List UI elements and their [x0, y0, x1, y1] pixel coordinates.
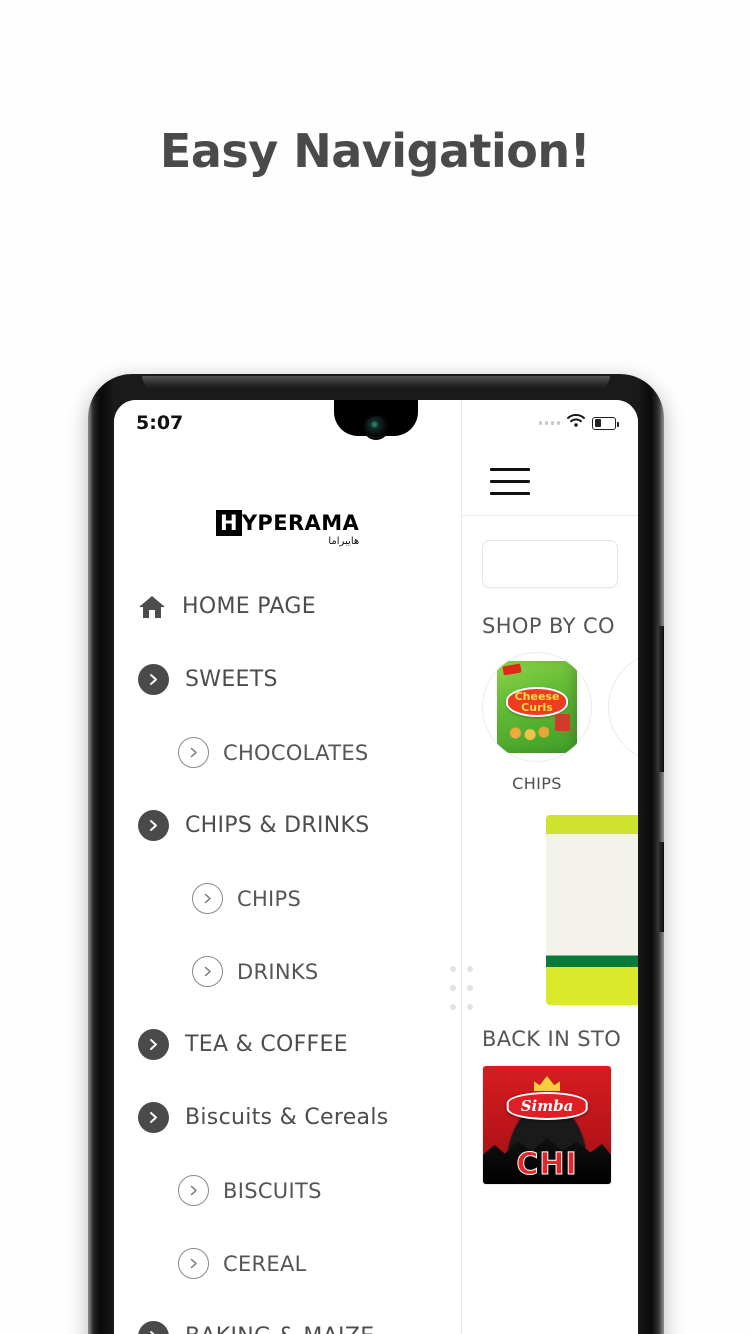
- banner-image: [546, 815, 638, 1005]
- handle-dot: [449, 965, 456, 972]
- drawer-item-biscuits[interactable]: BISCUITS: [114, 1154, 461, 1227]
- category-item-chips[interactable]: Cheese Curls CHIPS: [482, 652, 592, 793]
- simba-chips-bag-image: Simba CHI: [483, 1066, 611, 1184]
- power-button[interactable]: [657, 842, 664, 932]
- phone-screen: H YPERAMA هايبراما HOME PAGE SWEETS CHOC…: [114, 400, 638, 1334]
- chevron-right-icon: [138, 1029, 169, 1060]
- category-item-next[interactable]: [608, 652, 638, 793]
- status-bar-indicators: [538, 414, 619, 432]
- category-label: CHIPS: [512, 774, 562, 793]
- app-logo: H YPERAMA هايبراما: [114, 496, 461, 547]
- page-title: Easy Navigation!: [159, 124, 591, 178]
- chevron-right-icon: [138, 664, 169, 695]
- drawer-item-label: HOME PAGE: [182, 594, 316, 619]
- drawer-item-label: BISCUITS: [223, 1178, 322, 1203]
- main-content: SHOP BY CO Cheese Curls CHIPS BACK IN ST…: [462, 400, 638, 1334]
- product-card-simba[interactable]: Simba CHI: [482, 1065, 612, 1185]
- crown-icon: [534, 1076, 560, 1091]
- cheese-curls-bag-icon: Cheese Curls: [497, 661, 577, 753]
- handle-dot: [449, 984, 456, 991]
- drawer-item-label: BAKING & MAIZE: [185, 1324, 374, 1334]
- logo-wordmark: YPERAMA: [241, 511, 360, 535]
- logo-mark: H: [215, 510, 242, 536]
- drawer-item-label: CEREAL: [223, 1251, 307, 1276]
- handle-dot: [466, 965, 473, 972]
- chevron-right-icon: [178, 1248, 209, 1279]
- drawer-drag-handle[interactable]: [447, 962, 475, 1014]
- drawer-item-label: CHOCOLATES: [223, 740, 369, 765]
- drawer-item-label: CHIPS: [237, 886, 302, 911]
- hamburger-menu-icon[interactable]: [462, 446, 638, 495]
- back-in-stock-title: BACK IN STO: [482, 1027, 622, 1051]
- chevron-right-icon: [138, 1321, 169, 1334]
- phone-mockup: H YPERAMA هايبراما HOME PAGE SWEETS CHOC…: [88, 374, 664, 1334]
- category-image: [608, 652, 638, 762]
- drawer-item-chips-and-drinks[interactable]: CHIPS & DRINKS: [114, 789, 461, 862]
- search-input[interactable]: [482, 540, 618, 588]
- shop-by-category-title: SHOP BY CO: [482, 614, 615, 638]
- chevron-right-icon: [178, 737, 209, 768]
- chevron-right-icon: [192, 956, 223, 987]
- page-root: Easy Navigation! H YPERAMA هايبراما HOME…: [0, 0, 750, 1334]
- drawer-item-home-page[interactable]: HOME PAGE: [114, 570, 461, 643]
- handle-dot: [449, 1004, 456, 1011]
- drawer-item-label: CHIPS & DRINKS: [185, 813, 370, 838]
- chevron-right-icon: [192, 883, 223, 914]
- promo-banner[interactable]: [482, 815, 638, 1005]
- drawer-item-label: Biscuits & Cereals: [185, 1105, 389, 1130]
- hamburger-bar: [490, 468, 530, 471]
- bag-curls-graphic: [507, 725, 549, 741]
- drawer-item-sweets[interactable]: SWEETS: [114, 643, 461, 716]
- drawer-item-baking-and-maize[interactable]: BAKING & MAIZE: [114, 1300, 461, 1334]
- category-image: Cheese Curls: [482, 652, 592, 762]
- hamburger-bar: [490, 480, 530, 483]
- drawer-item-label: DRINKS: [237, 959, 319, 984]
- drawer-item-biscuits-and-cereals[interactable]: Biscuits & Cereals: [114, 1081, 461, 1154]
- chevron-right-icon: [138, 810, 169, 841]
- wifi-icon: [567, 414, 585, 432]
- bag-label: Cheese Curls: [506, 687, 568, 717]
- drawer-item-tea-and-coffee[interactable]: TEA & COFFEE: [114, 1008, 461, 1081]
- simba-product-word: CHI: [516, 1147, 578, 1183]
- drawer-item-label: TEA & COFFEE: [185, 1032, 348, 1057]
- handle-dot: [466, 1004, 473, 1011]
- front-camera-icon: [365, 416, 387, 438]
- navigation-drawer: H YPERAMA هايبراما HOME PAGE SWEETS CHOC…: [114, 400, 473, 1334]
- drawer-item-cereal[interactable]: CEREAL: [114, 1227, 461, 1300]
- status-bar-time: 5:07: [136, 412, 184, 434]
- phone-top-speaker: [142, 376, 610, 390]
- app-layout: H YPERAMA هايبراما HOME PAGE SWEETS CHOC…: [114, 400, 638, 1334]
- drawer-item-drinks[interactable]: DRINKS: [114, 935, 461, 1008]
- home-icon: [138, 594, 166, 620]
- drawer-item-chocolates[interactable]: CHOCOLATES: [114, 716, 461, 789]
- volume-rocker-button[interactable]: [657, 626, 664, 772]
- header-divider: [462, 515, 638, 516]
- hamburger-bar: [490, 492, 530, 495]
- simba-logo: Simba: [506, 1092, 588, 1120]
- chevron-right-icon: [138, 1102, 169, 1133]
- battery-low-icon: [592, 416, 619, 430]
- drawer-item-label: SWEETS: [185, 667, 278, 692]
- handle-dot: [466, 984, 473, 991]
- logo-arabic-text: هايبراما: [328, 536, 360, 547]
- product-row: Simba CHI: [482, 1065, 638, 1185]
- drawer-item-chips[interactable]: CHIPS: [114, 862, 461, 935]
- drawer-menu-list: HOME PAGE SWEETS CHOCOLATES CHIPS & DRIN…: [114, 570, 461, 1334]
- chevron-right-icon: [178, 1175, 209, 1206]
- category-row: Cheese Curls CHIPS: [462, 638, 638, 793]
- signal-dots-icon: [538, 421, 560, 425]
